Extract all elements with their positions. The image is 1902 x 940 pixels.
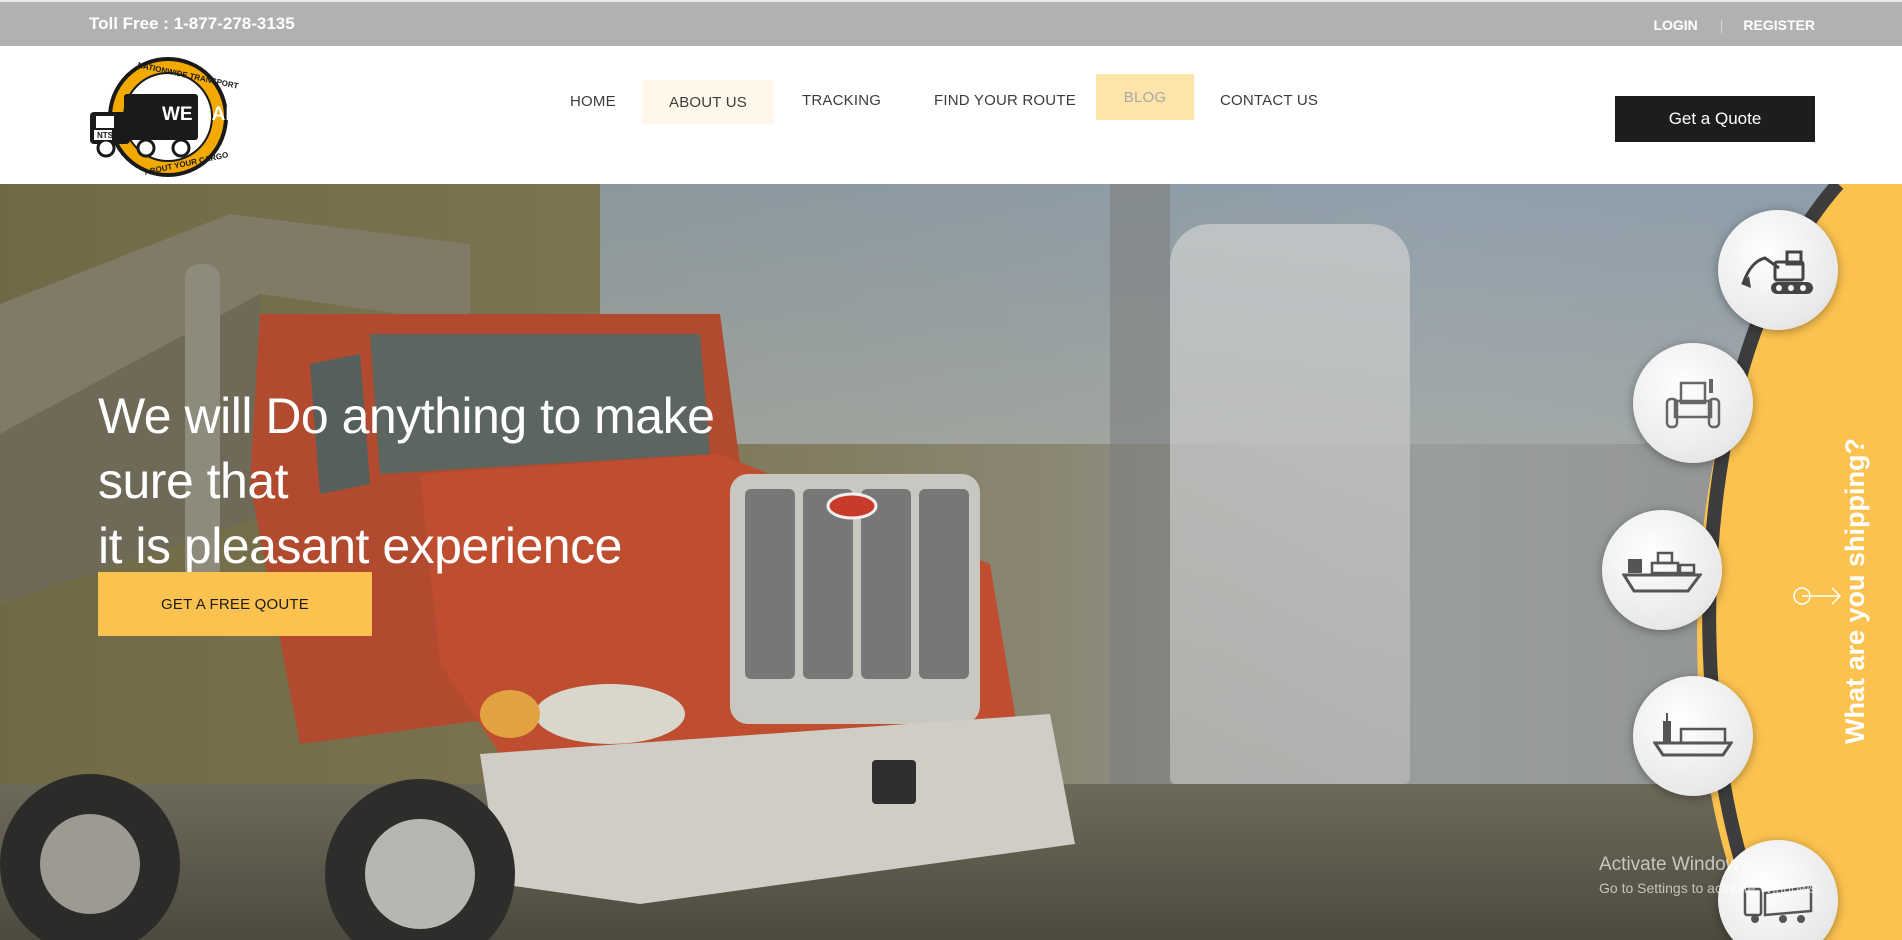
nav-home[interactable]: HOME <box>570 93 616 110</box>
cargo-ship-option[interactable] <box>1602 510 1722 630</box>
logo[interactable]: NTS WE CARE NATIONWIDE TRANSPORT ABOUT Y… <box>86 56 246 178</box>
nav-about[interactable]: ABOUT US <box>642 80 774 124</box>
watermark-line2: Go to Settings to activate Windows. <box>1599 880 1820 896</box>
watermark-line1: Activate Windows <box>1599 854 1749 875</box>
logo-badge: NTS <box>97 131 114 140</box>
nav-blog[interactable]: BLOG <box>1096 74 1194 120</box>
nav-contact[interactable]: CONTACT US <box>1220 92 1318 109</box>
cargo-ship-icon <box>1622 551 1702 593</box>
toll-free-number: Toll Free : 1-877-278-3135 <box>89 14 295 33</box>
logo-main-text: WE CARE <box>162 104 246 125</box>
excavator-icon <box>1741 250 1813 294</box>
auth-separator: | <box>1719 17 1724 33</box>
shipping-title: What are you shipping? <box>1840 437 1870 744</box>
arrow-right-icon[interactable] <box>1792 585 1844 607</box>
get-free-quote-button[interactable]: GET A FREE QOUTE <box>98 572 372 636</box>
freight-ship-option[interactable] <box>1633 676 1753 796</box>
nav-find-route[interactable]: FIND YOUR ROUTE <box>934 92 1076 109</box>
login-link[interactable]: LOGIN <box>1653 17 1697 33</box>
tractor-icon <box>1665 379 1721 429</box>
excavator-option[interactable] <box>1718 210 1838 330</box>
hero-headline-line1: We will Do anything to make sure that <box>98 388 715 509</box>
get-a-quote-button[interactable]: Get a Quote <box>1615 96 1815 142</box>
auth-links: LOGIN | REGISTER <box>1653 17 1815 33</box>
hero-headline-line2: it is pleasant experience <box>98 518 622 574</box>
freight-ship-icon <box>1653 713 1733 757</box>
main-nav: HOME ABOUT US TRACKING FIND YOUR ROUTE B… <box>556 74 1318 124</box>
nav-tracking[interactable]: TRACKING <box>802 92 881 109</box>
activate-windows-watermark: Activate Windows Go to Settings to activ… <box>1599 854 1820 896</box>
top-bar: Toll Free : 1-877-278-3135 LOGIN | REGIS… <box>0 0 1902 46</box>
hero-section: We will Do anything to make sure that it… <box>0 184 1902 940</box>
register-link[interactable]: REGISTER <box>1743 17 1815 33</box>
hero-background-trailer <box>1170 224 1410 784</box>
site-header: NTS WE CARE NATIONWIDE TRANSPORT ABOUT Y… <box>0 46 1902 184</box>
tractor-option[interactable] <box>1633 343 1753 463</box>
hero-headline: We will Do anything to make sure that it… <box>98 384 798 579</box>
